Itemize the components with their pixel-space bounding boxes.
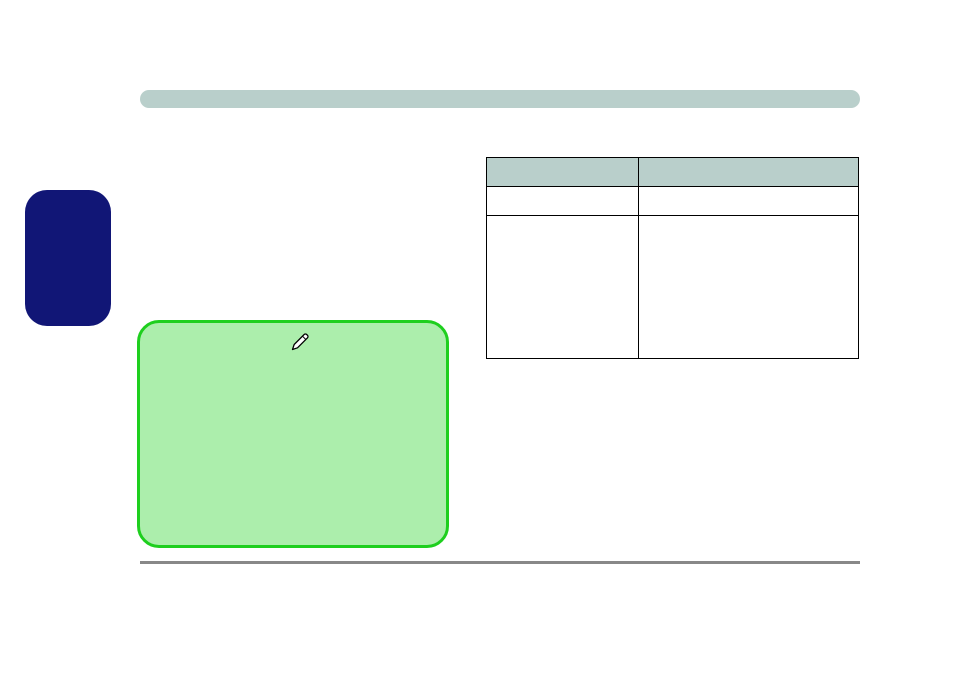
table-cell xyxy=(487,187,639,216)
data-table xyxy=(486,157,859,359)
header-bar xyxy=(140,90,860,108)
table-row xyxy=(487,216,859,359)
table-row xyxy=(487,187,859,216)
table-cell xyxy=(487,216,639,359)
green-panel xyxy=(137,320,449,548)
table-header-cell xyxy=(639,158,859,187)
bottom-rule xyxy=(140,561,860,564)
pen-icon xyxy=(290,332,310,352)
table-header-row xyxy=(487,158,859,187)
navy-block xyxy=(25,190,111,326)
table-cell xyxy=(639,216,859,359)
table-cell xyxy=(639,187,859,216)
table-header-cell xyxy=(487,158,639,187)
